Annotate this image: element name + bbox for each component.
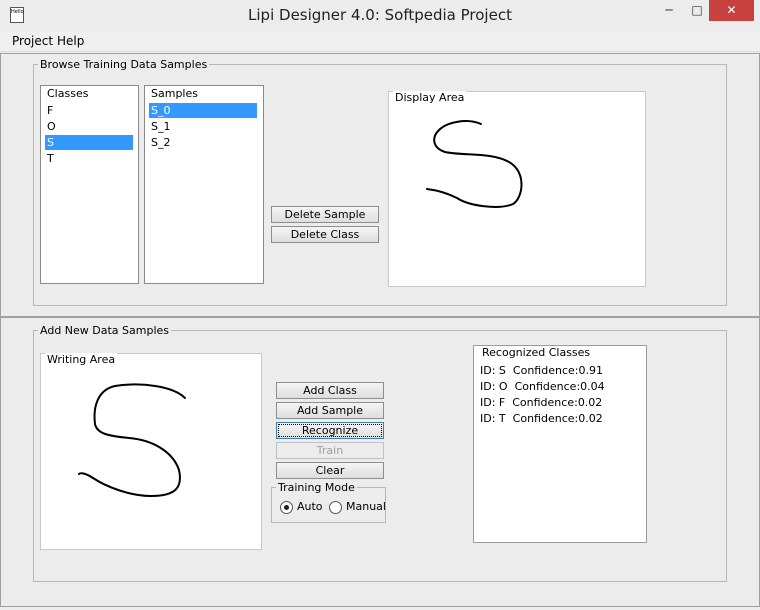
class-item-label: T [47, 152, 54, 165]
auto-radio-label: Auto [297, 500, 323, 513]
samples-list[interactable]: Samples S_0 S_1 S_2 [144, 85, 264, 284]
class-item-s[interactable]: S [45, 135, 133, 150]
radio-selected-icon [280, 500, 293, 514]
class-id: S [498, 364, 506, 377]
add-sample-button[interactable]: Add Sample [276, 402, 384, 419]
minimize-icon: ─ [665, 3, 673, 17]
confidence-value: 0.91 [578, 364, 603, 377]
sample-item-label: S_0 [151, 104, 171, 117]
manual-radio-label: Manual [346, 500, 386, 513]
recognized-row[interactable]: ID: O Confidence:0.04 [480, 380, 605, 393]
confidence-label: Confidence: [512, 364, 579, 377]
class-id: F [498, 396, 506, 409]
title-bar: Hello Lipi Designer 4.0: Softpedia Proje… [0, 0, 760, 32]
class-item-o[interactable]: O [45, 119, 133, 134]
display-stroke-s [426, 120, 523, 208]
window-title: Lipi Designer 4.0: Softpedia Project [248, 6, 512, 24]
add-group-title: Add New Data Samples [38, 324, 172, 337]
display-area-strokes [426, 120, 523, 208]
recognized-row[interactable]: ID: T Confidence:0.02 [480, 412, 603, 425]
recognized-row[interactable]: ID: S Confidence:0.91 [480, 364, 603, 377]
browse-group-title: Browse Training Data Samples [38, 58, 210, 71]
writing-area-strokes [78, 383, 186, 498]
menu-project[interactable]: Project [12, 34, 53, 48]
class-id: T [498, 412, 506, 425]
class-id: O [498, 380, 508, 393]
class-item-t[interactable]: T [45, 151, 133, 166]
confidence-value: 0.04 [580, 380, 605, 393]
menu-bar: Project Help [0, 32, 760, 52]
close-icon: ✕ [726, 3, 737, 17]
confidence-value: 0.02 [577, 396, 603, 409]
recognize-button[interactable]: Recognize [276, 422, 384, 439]
maximize-icon: □ [691, 3, 703, 17]
writing-area[interactable]: Writing Area [40, 353, 262, 550]
id-label: ID: [480, 380, 496, 393]
id-label: ID: [480, 412, 496, 425]
delete-class-button[interactable]: Delete Class [271, 226, 379, 243]
sample-item-0[interactable]: S_0 [149, 103, 257, 118]
recognized-classes-list[interactable]: Recognized Classes ID: S Confidence:0.91… [473, 345, 647, 543]
minimize-button[interactable]: ─ [654, 0, 684, 21]
clear-button[interactable]: Clear [276, 462, 384, 479]
class-item-f[interactable]: F [45, 103, 133, 118]
add-section: Add New Data Samples Writing Area Add Cl… [0, 317, 760, 607]
recognized-row[interactable]: ID: F Confidence:0.02 [480, 396, 602, 409]
sample-item-label: S_1 [151, 120, 171, 133]
classes-list-title: Classes [45, 87, 91, 100]
class-item-label: F [47, 104, 54, 117]
train-button[interactable]: Train [276, 442, 384, 459]
id-label: ID: [480, 364, 496, 377]
close-button[interactable]: ✕ [709, 0, 754, 21]
confidence-label: Confidence: [512, 396, 578, 409]
sample-item-label: S_2 [151, 136, 171, 149]
maximize-button[interactable]: □ [682, 0, 712, 21]
class-item-label: S [47, 136, 54, 149]
training-mode-title: Training Mode [276, 481, 357, 494]
sample-item-2[interactable]: S_2 [149, 135, 257, 150]
browse-section: Browse Training Data Samples Classes F O… [0, 53, 760, 317]
sample-item-1[interactable]: S_1 [149, 119, 257, 134]
auto-radio[interactable]: Auto [280, 500, 323, 514]
radio-unselected-icon [329, 500, 342, 514]
id-label: ID: [480, 396, 496, 409]
confidence-value: 0.02 [578, 412, 603, 425]
classes-list[interactable]: Classes F O S T [40, 85, 139, 284]
writing-stroke-s [78, 383, 186, 498]
add-class-button[interactable]: Add Class [276, 382, 384, 399]
delete-sample-button[interactable]: Delete Sample [271, 206, 379, 223]
recognized-classes-title: Recognized Classes [480, 346, 593, 359]
manual-radio[interactable]: Manual [329, 500, 386, 514]
display-area: Display Area [388, 91, 646, 287]
class-item-label: O [47, 120, 56, 133]
confidence-label: Confidence: [514, 380, 581, 393]
samples-list-title: Samples [149, 87, 200, 100]
confidence-label: Confidence: [512, 412, 579, 425]
menu-help[interactable]: Help [57, 34, 84, 48]
